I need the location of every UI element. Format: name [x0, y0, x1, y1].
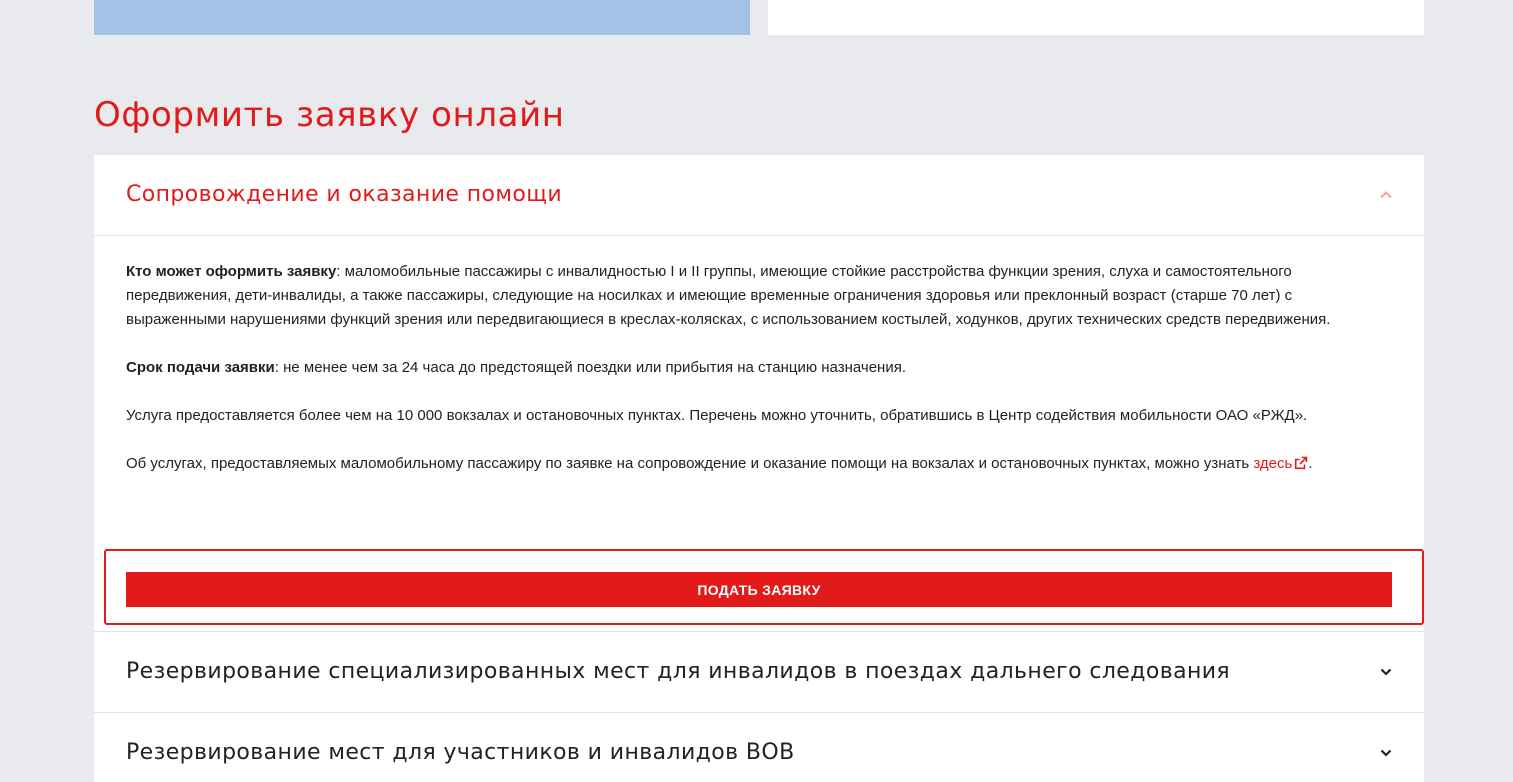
deadline-text: : не менее чем за 24 часа до предстоящей…: [274, 359, 907, 376]
top-card-right[interactable]: [768, 0, 1424, 35]
who-paragraph: Кто может оформить заявку: маломобильные…: [126, 260, 1396, 332]
info-link[interactable]: здесь: [1253, 455, 1308, 472]
accordion-header-escort-assistance[interactable]: Сопровождение и оказание помощи: [94, 155, 1424, 236]
top-card-left[interactable]: [94, 0, 750, 35]
page: Оформить заявку онлайн Сопровождение и о…: [0, 0, 1513, 782]
accordion-header-veteran-seats[interactable]: Резервирование мест для участников и инв…: [94, 713, 1424, 782]
accordion-title: Сопровождение и оказание помощи: [126, 182, 563, 207]
external-link-icon: [1294, 454, 1308, 478]
accordion-header-special-seats[interactable]: Резервирование специализированных мест д…: [94, 632, 1424, 712]
deadline-label: Срок подачи заявки: [126, 359, 275, 376]
accordion-item-escort-assistance: Сопровождение и оказание помощи Кто може…: [94, 155, 1424, 631]
chevron-up-icon[interactable]: [1378, 187, 1394, 203]
accordion-item-special-seats: Резервирование специализированных мест д…: [94, 631, 1424, 712]
accordion-item-veteran-seats: Резервирование мест для участников и инв…: [94, 712, 1424, 782]
service-paragraph: Услуга предоставляется более чем на 10 0…: [126, 407, 1308, 424]
info-paragraph: Об услугах, предоставляемых маломобильно…: [126, 452, 1396, 478]
info-link-label: здесь: [1253, 455, 1293, 472]
accordion-title: Резервирование мест для участников и инв…: [126, 740, 795, 765]
deadline-paragraph: Срок подачи заявки: не менее чем за 24 ч…: [126, 356, 1396, 380]
info-end: .: [1308, 455, 1313, 472]
info-text: Об услугах, предоставляемых маломобильно…: [126, 455, 1254, 472]
accordion-body-text: Кто может оформить заявку: маломобильные…: [126, 260, 1396, 502]
chevron-down-icon[interactable]: [1378, 664, 1394, 680]
who-label: Кто может оформить заявку: [126, 263, 337, 280]
submit-application-button[interactable]: Подать заявку: [126, 572, 1392, 607]
accordion-body: Кто может оформить заявку: маломобильные…: [94, 236, 1424, 631]
page-title: Оформить заявку онлайн: [94, 95, 565, 135]
accordion-title: Резервирование специализированных мест д…: [126, 659, 1231, 684]
chevron-down-icon[interactable]: [1378, 745, 1394, 761]
application-accordion: Сопровождение и оказание помощи Кто може…: [94, 155, 1424, 782]
